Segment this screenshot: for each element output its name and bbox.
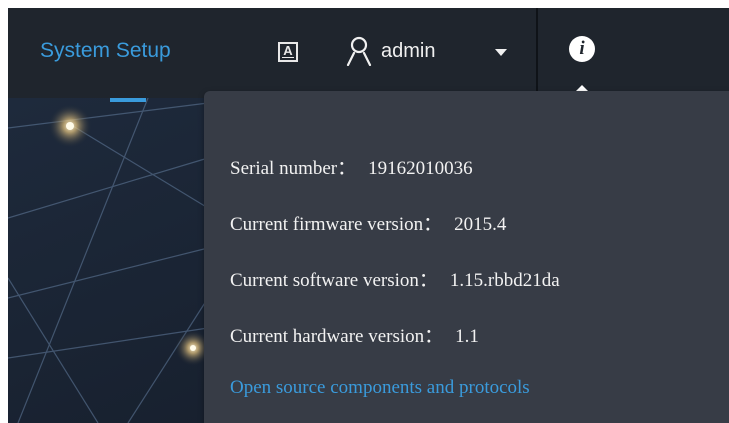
nav-item-system-setup[interactable]: System Setup bbox=[40, 39, 171, 63]
device-info-popover: Serial number： 19162010036 Current firmwa… bbox=[204, 91, 729, 423]
hardware-version-row: Current hardware version： 1.1 bbox=[230, 321, 479, 348]
user-menu-username[interactable]: admin bbox=[381, 40, 435, 63]
active-nav-indicator bbox=[110, 98, 146, 102]
software-version-label: Current software version： bbox=[230, 270, 438, 291]
serial-number-row: Serial number： 19162010036 bbox=[230, 153, 473, 180]
hardware-version-value: 1.1 bbox=[455, 326, 479, 347]
firmware-version-value: 2015.4 bbox=[454, 214, 507, 235]
hardware-version-label: Current hardware version： bbox=[230, 326, 444, 347]
open-source-link[interactable]: Open source components and protocols bbox=[230, 377, 530, 399]
firmware-version-label: Current firmware version： bbox=[230, 214, 443, 235]
info-icon[interactable]: i bbox=[569, 36, 595, 62]
caret-down-icon[interactable] bbox=[495, 49, 507, 56]
header-divider bbox=[536, 8, 538, 98]
language-icon[interactable]: A bbox=[278, 42, 298, 62]
serial-number-label: Serial number： bbox=[230, 158, 357, 179]
serial-number-value: 19162010036 bbox=[368, 158, 473, 179]
user-icon[interactable] bbox=[346, 36, 372, 66]
software-version-value: 1.15.rbbd21da bbox=[449, 270, 560, 291]
firmware-version-row: Current firmware version： 2015.4 bbox=[230, 209, 506, 236]
app-frame: System Setup A admin i Serial number： 191… bbox=[8, 8, 729, 423]
top-nav-bar: System Setup A admin i bbox=[8, 8, 729, 98]
software-version-row: Current software version： 1.15.rbbd21da bbox=[230, 265, 560, 292]
